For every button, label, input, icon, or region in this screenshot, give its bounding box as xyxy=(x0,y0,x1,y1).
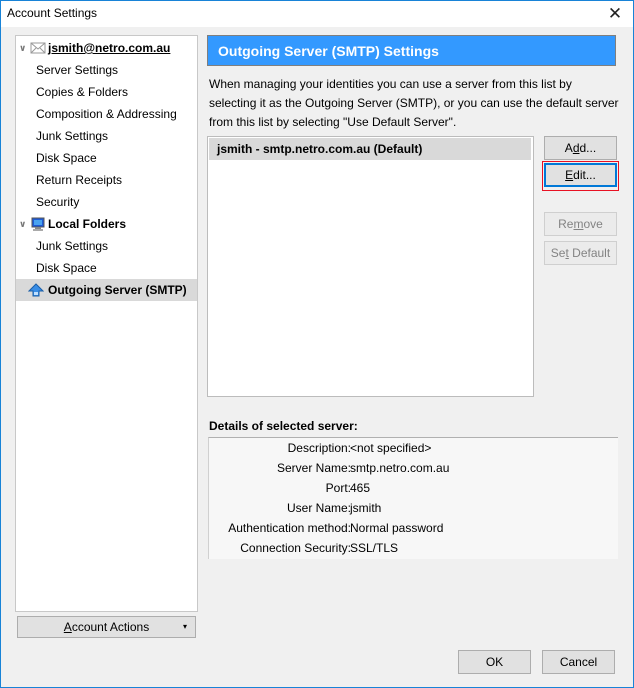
tree-item-label: Return Receipts xyxy=(36,173,123,187)
chevron-down-icon[interactable]: ∨ xyxy=(19,37,29,59)
detail-label: Port: xyxy=(325,481,351,495)
detail-server-name: Server Name: smtp.netro.com.au xyxy=(209,458,619,478)
tree-item-server-settings[interactable]: Server Settings xyxy=(16,59,197,81)
tree-item-label: Copies & Folders xyxy=(36,85,129,99)
tree-item-local-junk-settings[interactable]: Junk Settings xyxy=(16,235,197,257)
tree-item-label: Local Folders xyxy=(48,217,127,231)
set-default-button[interactable]: Set Default xyxy=(544,241,617,265)
mnemonic: A xyxy=(63,620,72,634)
server-details: Description: <not specified> Server Name… xyxy=(208,437,618,559)
tree-item-outgoing-server[interactable]: Outgoing Server (SMTP) xyxy=(16,279,197,301)
button-label: ccount Actions xyxy=(71,620,150,634)
close-button[interactable]: ✕ xyxy=(603,3,627,25)
account-tree[interactable]: ∨ jsmith@netro.com.au Server Settings Co… xyxy=(15,35,198,612)
account-actions-button[interactable]: Account Actions ▾ xyxy=(17,616,196,638)
ok-button[interactable]: OK xyxy=(458,650,531,674)
server-list-item[interactable]: jsmith - smtp.netro.com.au (Default) xyxy=(209,138,531,160)
detail-value: smtp.netro.com.au xyxy=(350,461,450,475)
button-label: d... xyxy=(579,141,597,155)
detail-connection-security: Connection Security: SSL/TLS xyxy=(209,538,619,558)
tree-item-label: Server Settings xyxy=(36,63,119,77)
detail-description: Description: <not specified> xyxy=(209,438,619,458)
button-label: Default xyxy=(568,246,611,260)
tree-item-label: Disk Space xyxy=(36,261,97,275)
detail-value: SSL/TLS xyxy=(350,541,399,555)
add-button[interactable]: Add... xyxy=(544,136,617,160)
detail-value: jsmith xyxy=(350,501,382,515)
envelope-icon xyxy=(30,42,46,54)
detail-auth-method: Authentication method: Normal password xyxy=(209,518,619,538)
tree-item-copies-folders[interactable]: Copies & Folders xyxy=(16,81,197,103)
tree-item-local-folders[interactable]: ∨ Local Folders xyxy=(16,213,197,235)
tree-item-disk-space[interactable]: Disk Space xyxy=(16,147,197,169)
detail-user-name: User Name: jsmith xyxy=(209,498,619,518)
detail-label: User Name: xyxy=(286,501,351,515)
detail-value: Normal password xyxy=(350,521,444,535)
tree-item-account[interactable]: ∨ jsmith@netro.com.au xyxy=(16,37,197,59)
outgoing-server-icon xyxy=(28,283,44,297)
detail-label: Server Name: xyxy=(276,461,351,475)
button-label: ove xyxy=(583,217,603,231)
panel-title: Outgoing Server (SMTP) Settings xyxy=(207,35,616,66)
detail-label: Authentication method: xyxy=(228,521,351,535)
tree-item-label: Outgoing Server (SMTP) xyxy=(48,283,187,297)
detail-value: 465 xyxy=(350,481,371,495)
mnemonic: E xyxy=(565,168,574,182)
window-title: Account Settings xyxy=(7,6,98,20)
detail-value: <not specified> xyxy=(350,441,432,455)
mnemonic: d xyxy=(572,141,580,155)
mnemonic: m xyxy=(573,217,584,231)
detail-port: Port: 465 xyxy=(209,478,619,498)
button-label: A xyxy=(564,141,573,155)
account-settings-window: Account Settings ✕ ∨ jsmith@netro.com.au… xyxy=(0,0,634,688)
remove-button[interactable]: Remove xyxy=(544,212,617,236)
chevron-down-icon[interactable]: ∨ xyxy=(19,213,29,235)
tree-item-label: jsmith@netro.com.au xyxy=(48,41,171,55)
cancel-button[interactable]: Cancel xyxy=(542,650,615,674)
tree-item-label: Junk Settings xyxy=(36,129,109,143)
detail-label: Connection Security: xyxy=(240,541,351,555)
detail-label: Description: xyxy=(287,441,351,455)
computer-icon xyxy=(31,217,45,231)
smtp-server-list[interactable]: jsmith - smtp.netro.com.au (Default) xyxy=(207,136,534,397)
tree-item-composition-addressing[interactable]: Composition & Addressing xyxy=(16,103,197,125)
tree-item-label: Security xyxy=(36,195,80,209)
button-label: Re xyxy=(558,217,574,231)
dropdown-caret-icon: ▾ xyxy=(182,622,187,631)
tree-item-junk-settings[interactable]: Junk Settings xyxy=(16,125,197,147)
button-label: dit... xyxy=(573,168,596,182)
tree-item-return-receipts[interactable]: Return Receipts xyxy=(16,169,197,191)
button-label: Se xyxy=(550,246,566,260)
details-title: Details of selected server: xyxy=(209,419,358,433)
tree-item-label: Composition & Addressing xyxy=(36,107,177,121)
tree-item-security[interactable]: Security xyxy=(16,191,197,213)
title-bar: Account Settings ✕ xyxy=(1,1,633,27)
tree-item-label: Disk Space xyxy=(36,151,97,165)
panel-description: When managing your identities you can us… xyxy=(209,77,619,129)
tree-item-label: Junk Settings xyxy=(36,239,109,253)
edit-button[interactable]: Edit... xyxy=(544,163,617,187)
tree-item-local-disk-space[interactable]: Disk Space xyxy=(16,257,197,279)
